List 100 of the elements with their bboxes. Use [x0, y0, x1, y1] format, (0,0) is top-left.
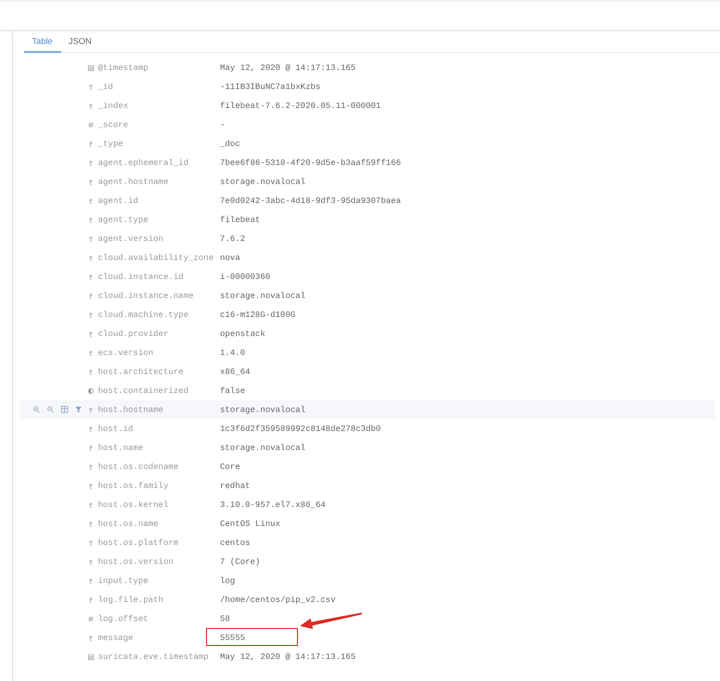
field-name: agent.version	[98, 234, 164, 244]
field-value: 1.4.0	[220, 348, 246, 358]
field-value: 1c3f6d2f359589992c8148de278c3db0	[220, 424, 381, 434]
field-name: host.containerized	[98, 386, 190, 396]
string-type-icon	[88, 482, 94, 488]
field-value: 7bee6f86-5318-4f20-9d5e-b3aaf59ff166	[220, 158, 401, 168]
field-value: -11IB3IBuNC7a1bxKzbs	[220, 82, 321, 92]
field-name: cloud.provider	[98, 328, 170, 338]
hash-icon	[88, 122, 94, 128]
string-type-icon	[88, 292, 94, 298]
string-type-icon	[88, 558, 94, 564]
tab[interactable]: Table	[24, 31, 61, 53]
string-type-icon	[88, 140, 94, 146]
field-value: 7.6.2	[220, 234, 246, 244]
field-value: 7 (Core)	[220, 556, 260, 566]
field-name: host.os.family	[98, 480, 170, 490]
field-value: storage.novalocal	[220, 442, 306, 452]
field-name: agent.hostname	[98, 176, 170, 186]
string-type-icon	[88, 198, 94, 204]
string-type-icon	[88, 102, 94, 108]
field-value: -	[220, 120, 226, 130]
field-name: log.file.path	[98, 594, 164, 604]
calendar-icon	[88, 64, 94, 70]
magnifier-plus-icon[interactable]	[33, 406, 40, 413]
field-name: host.os.version	[98, 556, 174, 566]
field-name: _id	[98, 82, 114, 92]
field-name: host.os.kernel	[98, 500, 170, 510]
string-type-icon	[88, 502, 94, 508]
string-type-icon	[88, 216, 94, 222]
field-name: agent.ephemeral_id	[98, 158, 190, 168]
string-type-icon	[88, 84, 94, 90]
string-type-icon	[88, 596, 94, 602]
string-type-icon	[88, 634, 94, 640]
field-name: cloud.machine.type	[98, 310, 190, 320]
string-type-icon	[88, 236, 94, 242]
string-type-icon	[88, 426, 94, 432]
field-name: cloud.instance.name	[98, 290, 194, 300]
field-value: filebeat	[220, 214, 260, 224]
string-type-icon	[88, 312, 94, 318]
field-name: ecs.version	[98, 348, 154, 358]
field-value: 55555	[220, 632, 246, 642]
field-value: _doc	[220, 138, 240, 148]
field-value: 3.10.0-957.el7.x86_64	[220, 500, 326, 510]
field-name: log.offset	[98, 614, 150, 624]
field-value: i-00000360	[220, 272, 270, 282]
field-value: filebeat-7.6.2-2020.05.11-000001	[220, 100, 381, 110]
string-type-icon	[88, 368, 94, 374]
tab[interactable]: JSON	[60, 31, 100, 53]
field-name: input.type	[98, 576, 150, 586]
string-type-icon	[88, 464, 94, 470]
field-value: storage.novalocal	[220, 290, 306, 300]
field-name: cloud.availability_zone	[98, 252, 215, 262]
field-value: redhat	[220, 480, 250, 490]
field-name: host.os.codename	[98, 462, 180, 472]
field-name: host.os.platform	[98, 538, 180, 548]
field-value: c16-m128G-d100G	[220, 310, 296, 320]
string-type-icon	[88, 540, 94, 546]
string-type-icon	[88, 406, 94, 412]
field-value: false	[220, 386, 246, 396]
string-type-icon	[88, 254, 94, 260]
field-value: May 12, 2020 @ 14:17:13.165	[220, 62, 356, 72]
field-value: storage.novalocal	[220, 404, 306, 414]
string-type-icon	[88, 178, 94, 184]
field-value: log	[220, 576, 236, 586]
field-value: May 12, 2020 @ 14:17:13.165	[220, 652, 356, 662]
string-type-icon	[88, 520, 94, 526]
field-name: message	[98, 632, 134, 642]
string-type-icon	[88, 330, 94, 336]
hash-icon	[88, 616, 94, 622]
field-name: suricata.eve.timestamp	[98, 652, 210, 662]
field-name: agent.id	[98, 196, 140, 206]
columns-icon[interactable]	[61, 406, 68, 413]
field-value: centos	[220, 538, 250, 548]
calendar-icon	[88, 654, 94, 660]
field-value: x86_64	[220, 366, 250, 376]
field-value: storage.novalocal	[220, 176, 306, 186]
half-circle-icon	[88, 388, 94, 394]
field-name: _score	[98, 120, 130, 130]
field-value: Core	[220, 462, 240, 472]
field-name: host.os.name	[98, 518, 160, 528]
string-type-icon	[88, 274, 94, 280]
string-type-icon	[88, 444, 94, 450]
field-value: /home/centos/pip_v2.csv	[220, 594, 336, 604]
field-name: agent.type	[98, 214, 150, 224]
magnifier-minus-icon[interactable]	[47, 406, 54, 413]
field-value: 58	[220, 614, 230, 624]
string-type-icon	[88, 578, 94, 584]
field-name: _index	[98, 100, 130, 110]
field-name: _type	[98, 138, 124, 148]
field-name: host.hostname	[98, 404, 164, 414]
field-name: host.name	[98, 442, 144, 452]
filter-icon[interactable]	[75, 406, 82, 413]
field-value: nova	[220, 252, 240, 262]
field-name: cloud.instance.id	[98, 272, 184, 282]
field-value: openstack	[220, 328, 266, 338]
field-name: host.id	[98, 424, 134, 434]
string-type-icon	[88, 160, 94, 166]
field-name: @timestamp	[98, 62, 150, 72]
string-type-icon	[88, 350, 94, 356]
field-value: 7e0d0242-3abc-4d18-9df3-95da9307baea	[220, 196, 401, 206]
